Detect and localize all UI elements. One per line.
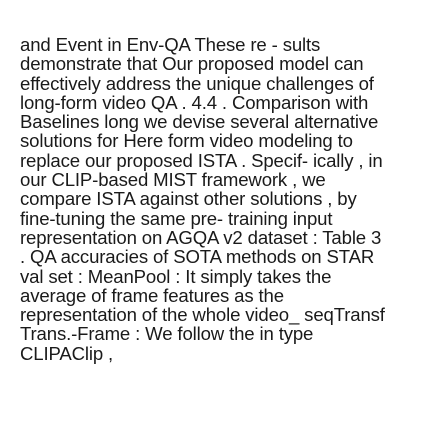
text-line: representation on AGQA v2 dataset : Tabl… (20, 226, 382, 248)
text-line: . QA accuracies of SOTA methods on STAR (20, 246, 375, 268)
document-page: and Event in Env-QA These re - sults dem… (0, 0, 448, 448)
text-line: effectively address the unique challenge… (20, 72, 374, 94)
text-line: compare ISTA against other solutions , b… (20, 188, 357, 210)
text-line: demonstrate that Our proposed model can (20, 53, 364, 75)
text-line: replace our proposed ISTA . Specif- ical… (20, 149, 383, 171)
text-line: and Event in Env-QA These re - sults (20, 34, 321, 55)
text-line: solutions for Here form video modeling t… (20, 130, 353, 152)
text-line: CLIPAClip , (20, 342, 114, 364)
paragraph-text: and Event in Env-QA These re - sults dem… (20, 35, 444, 363)
text-line: our CLIP-based MIST framework , we (20, 169, 326, 191)
text-line: representation of the whole video_ seqTr… (20, 304, 385, 326)
text-line: val set : MeanPool : It simply takes the (20, 265, 332, 287)
text-line: Baselines long we devise several alterna… (20, 111, 379, 133)
text-line: fine-tuning the same pre- training input (20, 207, 333, 229)
text-line: Trans.-Frame : We follow the in type (20, 323, 314, 345)
text-line: long-form video QA . 4.4 . Comparison wi… (20, 91, 369, 113)
text-line: average of frame features as the (20, 284, 284, 306)
